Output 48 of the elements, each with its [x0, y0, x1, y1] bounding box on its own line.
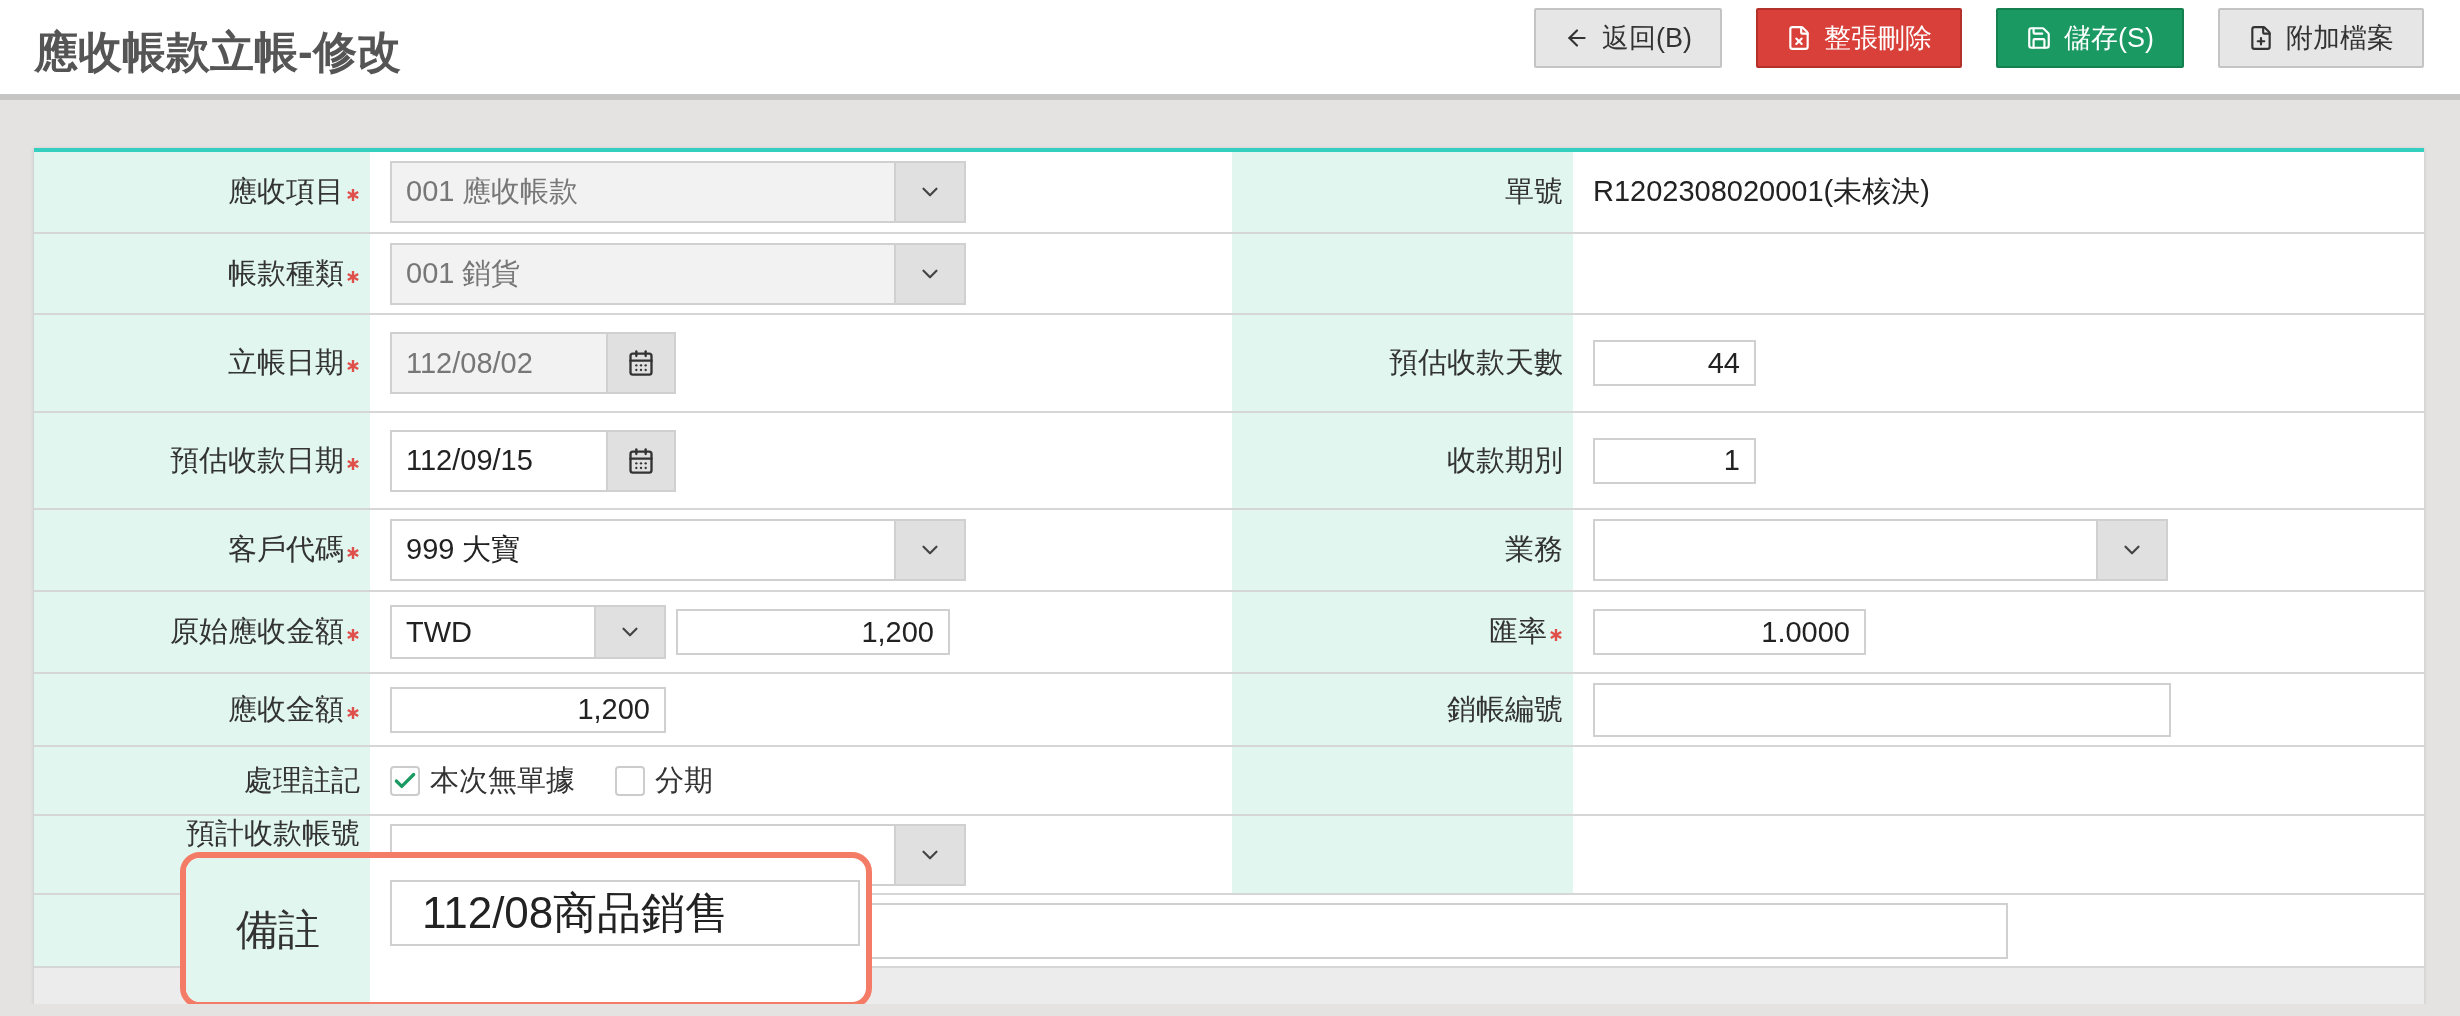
number-field[interactable]: 1.0000 — [1593, 609, 1866, 655]
field-label: 原始應收金額 — [170, 614, 344, 649]
field-label: 應收項目 — [228, 174, 344, 209]
date-value: 112/09/15 — [405, 443, 534, 478]
save-button[interactable]: 儲存(S) — [1996, 8, 2184, 68]
currency-select[interactable]: TWD — [390, 605, 666, 659]
field-label: 預估收款日期 — [170, 442, 344, 478]
text-field[interactable] — [1593, 682, 2171, 737]
select-value: 001 應收帳款 — [405, 174, 580, 209]
field-label: 匯率 — [1489, 614, 1547, 649]
page-title: 應收帳款立帳-修改 — [34, 25, 401, 78]
remark-field[interactable]: 112/08商品銷售 — [390, 880, 860, 946]
number-field[interactable]: 1,200 — [390, 686, 666, 733]
checkbox[interactable] — [390, 765, 420, 796]
number-field[interactable]: 1,200 — [676, 609, 950, 655]
select-value: TWD — [405, 614, 474, 650]
calendar-icon — [627, 446, 655, 475]
field-label: 處理註記 — [244, 762, 360, 798]
select-value: 001 銷貨 — [405, 255, 522, 291]
select-field[interactable] — [1593, 519, 2168, 581]
calendar-icon — [627, 349, 655, 377]
field-label: 預估收款天數 — [1389, 345, 1563, 380]
field-label: 立帳日期 — [228, 345, 344, 380]
field-label: 帳款種類 — [228, 255, 344, 291]
date-field[interactable]: 112/09/15 — [390, 429, 676, 492]
attach-button[interactable]: 附加檔案 — [2218, 8, 2424, 68]
field-label: 業務 — [1505, 532, 1563, 567]
checkbox[interactable] — [615, 765, 645, 796]
select-field[interactable]: 999 大寶 — [390, 519, 966, 581]
save-icon — [2026, 25, 2052, 51]
field-label: 應收金額 — [228, 691, 344, 727]
delete-file-icon — [1786, 25, 1812, 51]
document-number: R1202308020001(未核決) — [1593, 174, 1930, 209]
select-value: 999 大寶 — [405, 532, 522, 567]
attach-file-icon — [2248, 25, 2274, 51]
checkbox-label: 分期 — [655, 762, 713, 798]
number-field[interactable]: 1 — [1593, 437, 1756, 484]
number-field[interactable]: 44 — [1593, 340, 1756, 386]
delete-button[interactable]: 整張刪除 — [1756, 8, 1962, 68]
field-label: 預計收款帳號 — [186, 819, 360, 848]
field-label: 收款期別 — [1447, 442, 1563, 478]
field-label: 單號 — [1505, 174, 1563, 209]
checkbox-label: 本次無單據 — [430, 762, 575, 798]
back-button[interactable]: 返回(B) — [1534, 8, 1722, 68]
field-label: 銷帳編號 — [1447, 691, 1563, 727]
field-label: 客戶代碼 — [228, 532, 344, 567]
date-value: 112/08/02 — [405, 345, 534, 381]
field-label: 備註 — [186, 858, 370, 1002]
